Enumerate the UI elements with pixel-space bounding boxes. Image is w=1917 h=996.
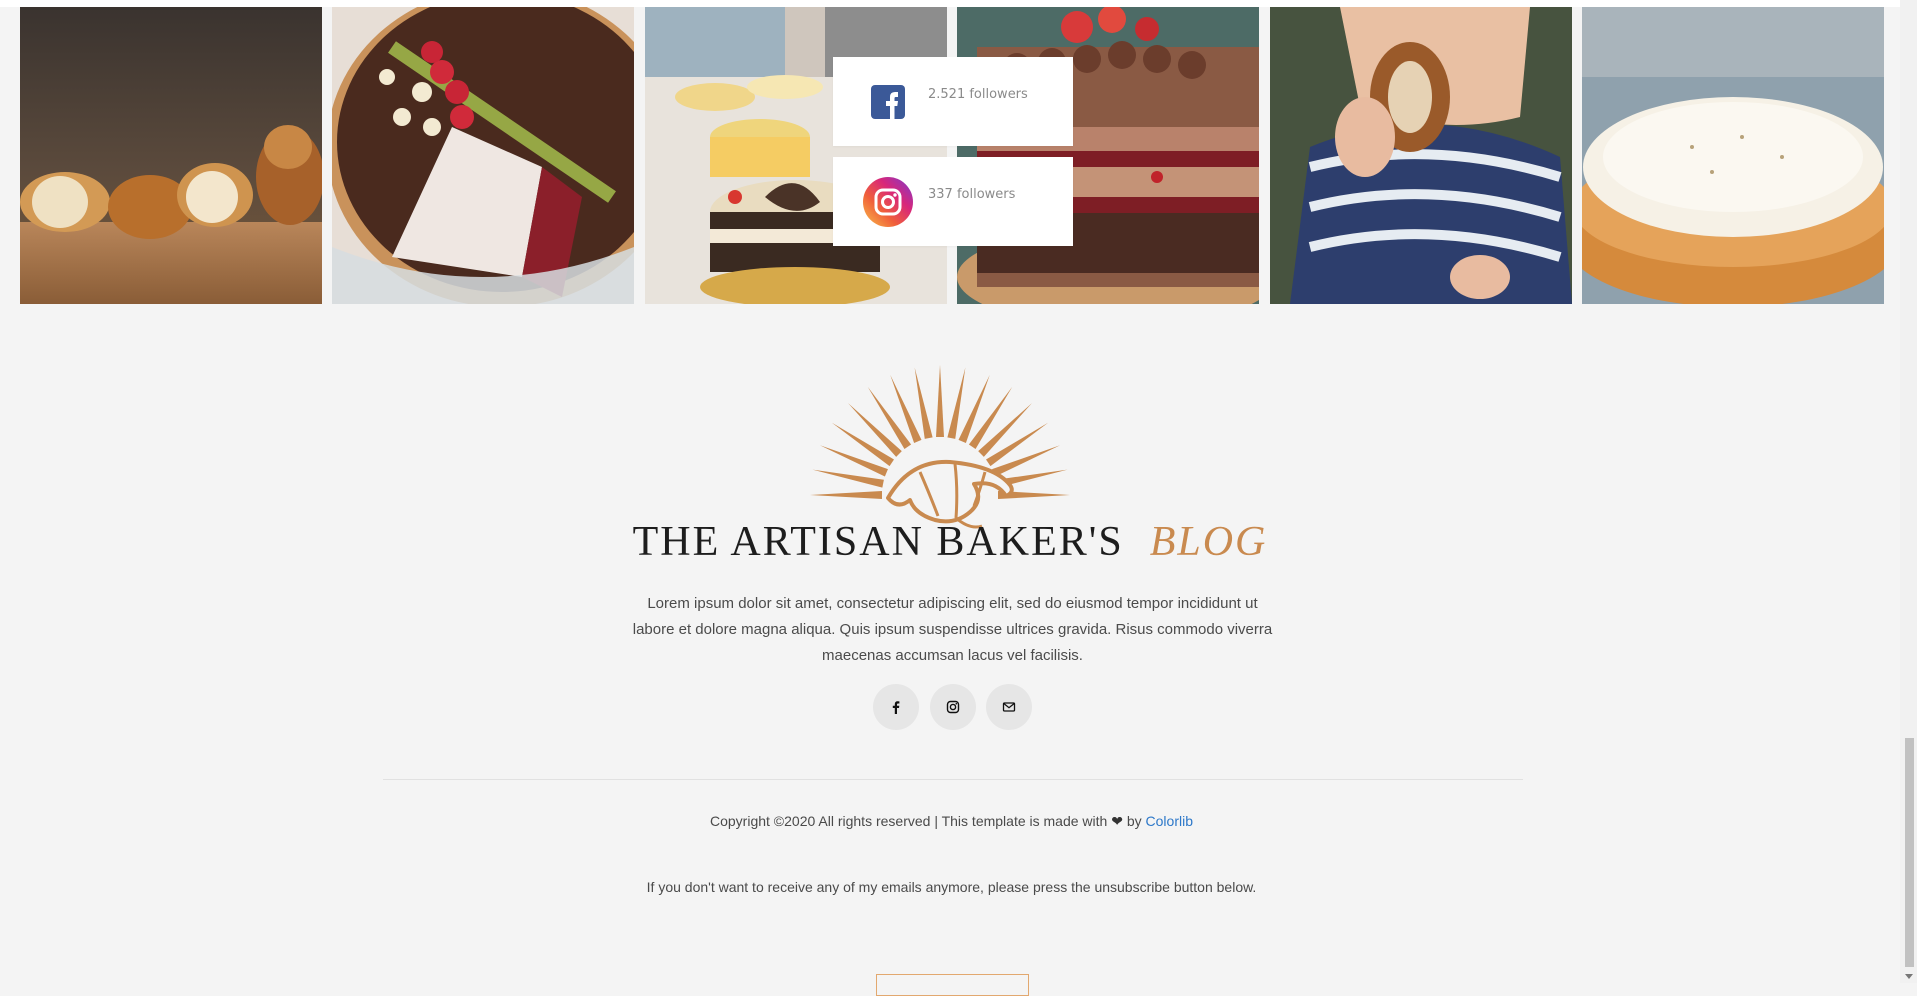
- scrollbar-thumb[interactable]: [1905, 738, 1914, 967]
- facebook-followers-card[interactable]: 2.521 followers: [833, 57, 1073, 146]
- brand-name: THE ARTISAN BAKER'S: [632, 519, 1124, 565]
- gallery-image-chocolate-tart[interactable]: [332, 7, 634, 304]
- gallery-image-layer-cake[interactable]: [957, 7, 1259, 304]
- footer-instagram-button[interactable]: [930, 684, 976, 730]
- footer-description: Lorem ipsum dolor sit amet, consectetur …: [632, 595, 1273, 664]
- logo-ray: [810, 491, 882, 499]
- instagram-gallery: [20, 7, 1886, 304]
- logo-ray: [914, 367, 933, 439]
- footer-facebook-button[interactable]: [873, 684, 919, 730]
- logo-ray: [831, 422, 894, 467]
- logo-ray: [947, 367, 966, 439]
- mail-icon: [1002, 702, 1016, 712]
- unsubscribe-note: If you don't want to receive any of my e…: [646, 879, 1257, 895]
- unsubscribe-button[interactable]: [876, 974, 1029, 996]
- heart-icon: ❤: [1111, 813, 1123, 829]
- copyright-by: by: [1126, 813, 1142, 829]
- footer-email-button[interactable]: [986, 684, 1032, 730]
- footer-brand: THE ARTISAN BAKER'S BLOG: [0, 518, 1900, 566]
- page-scrollbar[interactable]: [1900, 0, 1917, 983]
- top-strip: [0, 0, 1900, 7]
- facebook-follower-count: 2.521 followers: [928, 87, 1028, 102]
- logo-ray: [867, 386, 912, 449]
- instagram-followers-card[interactable]: 337 followers: [833, 157, 1073, 246]
- logo-ray: [968, 386, 1013, 449]
- gallery-image-meringue-pie[interactable]: [1582, 7, 1884, 304]
- footer-divider: [383, 779, 1523, 780]
- facebook-icon: [892, 701, 900, 714]
- colorlib-link[interactable]: Colorlib: [1146, 813, 1193, 829]
- logo-ray: [812, 469, 884, 488]
- gallery-image-child-croissant[interactable]: [1270, 7, 1572, 304]
- copyright-text: Copyright ©2020 All rights reserved | Th…: [710, 813, 1108, 829]
- croissant-sunburst-logo: [810, 365, 1070, 529]
- gallery-image-croissants[interactable]: [20, 7, 322, 304]
- instagram-follower-count: 337 followers: [928, 187, 1016, 202]
- facebook-icon: [871, 85, 905, 119]
- gallery-image-cake-display[interactable]: [645, 7, 947, 304]
- copyright-line: Copyright ©2020 All rights reserved | Th…: [0, 813, 1903, 830]
- scroll-down-arrow-icon[interactable]: [1905, 974, 1913, 979]
- logo-ray: [936, 365, 944, 437]
- logo-ray: [986, 422, 1049, 467]
- instagram-icon: [946, 700, 960, 714]
- instagram-icon: [863, 177, 913, 227]
- brand-accent: BLOG: [1149, 519, 1268, 565]
